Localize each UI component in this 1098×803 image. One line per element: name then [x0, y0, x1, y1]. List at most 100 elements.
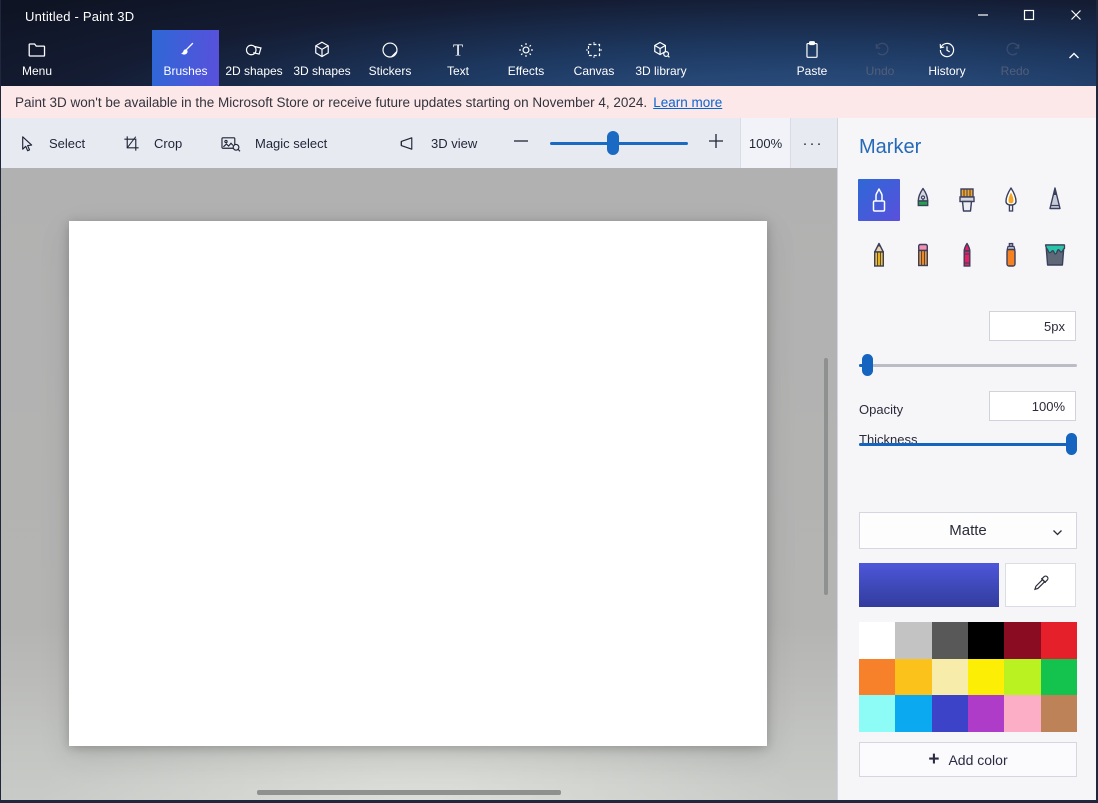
paint3d-window: Untitled - Paint 3D Menu Brushes 2D shap…: [0, 0, 1098, 803]
finish-dropdown[interactable]: Matte: [859, 512, 1077, 549]
toolbar-3d-shapes[interactable]: 3D shapes: [288, 30, 356, 86]
toolbar-stickers-label: Stickers: [368, 64, 412, 78]
color-palette: [859, 622, 1077, 732]
current-color-swatch[interactable]: [859, 563, 999, 607]
horizontal-scrollbar[interactable]: [257, 790, 561, 795]
maximize-button[interactable]: [1006, 0, 1052, 30]
deprecation-banner: Paint 3D won't be available in the Micro…: [1, 86, 1096, 118]
3d-view-button[interactable]: 3D view: [397, 118, 477, 168]
toolbar-brushes[interactable]: Brushes: [152, 30, 219, 86]
minimize-icon: [977, 9, 989, 21]
spray-can-icon: [996, 240, 1026, 270]
palette-swatch[interactable]: [931, 622, 968, 659]
toolbar-history[interactable]: History: [913, 30, 981, 86]
toolbar-stickers[interactable]: Stickers: [356, 30, 424, 86]
toolbar-undo[interactable]: Undo: [846, 30, 914, 86]
palette-swatch[interactable]: [859, 622, 896, 659]
brush-spray-can[interactable]: [990, 234, 1032, 276]
crop-label: Crop: [154, 135, 183, 151]
fill-icon: [1040, 240, 1070, 270]
toolbar-paste[interactable]: Paste: [778, 30, 846, 86]
zoom-slider-track: [550, 142, 688, 145]
palette-swatch[interactable]: [859, 658, 896, 696]
palette-swatch[interactable]: [1040, 695, 1077, 732]
chevron-up-icon: [1066, 48, 1082, 69]
zoom-percentage[interactable]: 100%: [740, 118, 791, 168]
palette-swatch[interactable]: [1004, 622, 1041, 659]
toolbar-menu[interactable]: Menu: [9, 30, 65, 86]
palette-swatch[interactable]: [1004, 658, 1041, 696]
brush-crayon[interactable]: [946, 234, 988, 276]
crop-button[interactable]: Crop: [122, 118, 182, 168]
toolbar-2d-shapes[interactable]: 2D shapes: [220, 30, 288, 86]
palette-swatch[interactable]: [895, 695, 932, 732]
brush-calligraphy-pen[interactable]: [902, 179, 944, 221]
add-color-label: Add color: [948, 751, 1008, 768]
3d-shapes-icon: [311, 38, 333, 62]
select-button[interactable]: Select: [17, 118, 85, 168]
brush-fill[interactable]: [1034, 234, 1076, 276]
brush-watercolor[interactable]: [990, 179, 1032, 221]
eyedropper-button[interactable]: [1005, 563, 1076, 607]
palette-swatch[interactable]: [1040, 658, 1077, 696]
canvas-icon: [583, 38, 605, 62]
marker-icon: [864, 185, 894, 215]
svg-text:T: T: [453, 41, 463, 60]
chevron-down-icon: [1051, 526, 1064, 543]
thickness-input[interactable]: [989, 311, 1076, 341]
brush-marker[interactable]: [858, 179, 900, 221]
zoom-slider-thumb[interactable]: [607, 131, 619, 155]
brush-oil-brush[interactable]: [946, 179, 988, 221]
opacity-slider-fill: [859, 443, 1077, 446]
toolbar-3d-library[interactable]: 3D library: [627, 30, 695, 86]
add-color-button[interactable]: + Add color: [859, 742, 1077, 777]
toolbar-3d-shapes-label: 3D shapes: [293, 64, 351, 78]
zoom-in-button[interactable]: [705, 132, 727, 154]
brush-pixel-pen[interactable]: [1034, 179, 1076, 221]
toolbar-text[interactable]: T Text: [424, 30, 492, 86]
opacity-input[interactable]: [989, 391, 1076, 421]
zoom-slider[interactable]: [550, 131, 688, 155]
brush-eraser[interactable]: [902, 234, 944, 276]
drawing-canvas[interactable]: [69, 221, 767, 746]
crop-icon: [122, 134, 141, 153]
palette-swatch[interactable]: [859, 695, 896, 732]
palette-swatch[interactable]: [1004, 695, 1041, 732]
magic-select-button[interactable]: Magic select: [220, 118, 327, 168]
opacity-slider[interactable]: [859, 433, 1077, 455]
magic-select-icon: [220, 134, 242, 153]
learn-more-link[interactable]: Learn more: [653, 95, 722, 110]
effects-icon: [515, 38, 537, 62]
toolbar-paste-label: Paste: [796, 64, 828, 78]
toolbar-history-label: History: [928, 64, 966, 78]
undo-icon: [869, 38, 891, 62]
vertical-scrollbar[interactable]: [824, 358, 828, 595]
palette-swatch[interactable]: [895, 622, 932, 659]
menu-folder-icon: [26, 38, 48, 62]
palette-swatch[interactable]: [967, 695, 1005, 732]
brush-pencil[interactable]: [858, 234, 900, 276]
toolbar-effects[interactable]: Effects: [492, 30, 560, 86]
opacity-slider-thumb[interactable]: [1066, 433, 1077, 455]
brushes-panel: Marker Thickness 5px Opacity 100% Matte …: [837, 118, 1096, 800]
palette-swatch[interactable]: [1040, 622, 1077, 659]
palette-swatch[interactable]: [967, 658, 1005, 696]
ellipsis-icon: ···: [802, 134, 824, 152]
more-options-button[interactable]: ···: [793, 118, 833, 168]
add-icon: +: [928, 749, 940, 770]
palette-swatch[interactable]: [895, 658, 932, 696]
thickness-slider[interactable]: [859, 354, 1077, 376]
zoom-out-button[interactable]: [510, 132, 532, 154]
toolbar-redo[interactable]: Redo: [981, 30, 1049, 86]
palette-swatch[interactable]: [931, 658, 968, 696]
palette-swatch[interactable]: [967, 622, 1005, 659]
thickness-slider-thumb[interactable]: [862, 354, 873, 376]
toolbar-canvas[interactable]: Canvas: [560, 30, 628, 86]
palette-swatch[interactable]: [931, 695, 968, 732]
minimize-button[interactable]: [960, 0, 1006, 30]
2d-shapes-icon: [243, 38, 265, 62]
collapse-ribbon-button[interactable]: [1052, 40, 1096, 76]
toolbar-2d-shapes-label: 2D shapes: [225, 64, 283, 78]
toolbar-canvas-label: Canvas: [573, 64, 615, 78]
close-button[interactable]: [1053, 0, 1096, 30]
